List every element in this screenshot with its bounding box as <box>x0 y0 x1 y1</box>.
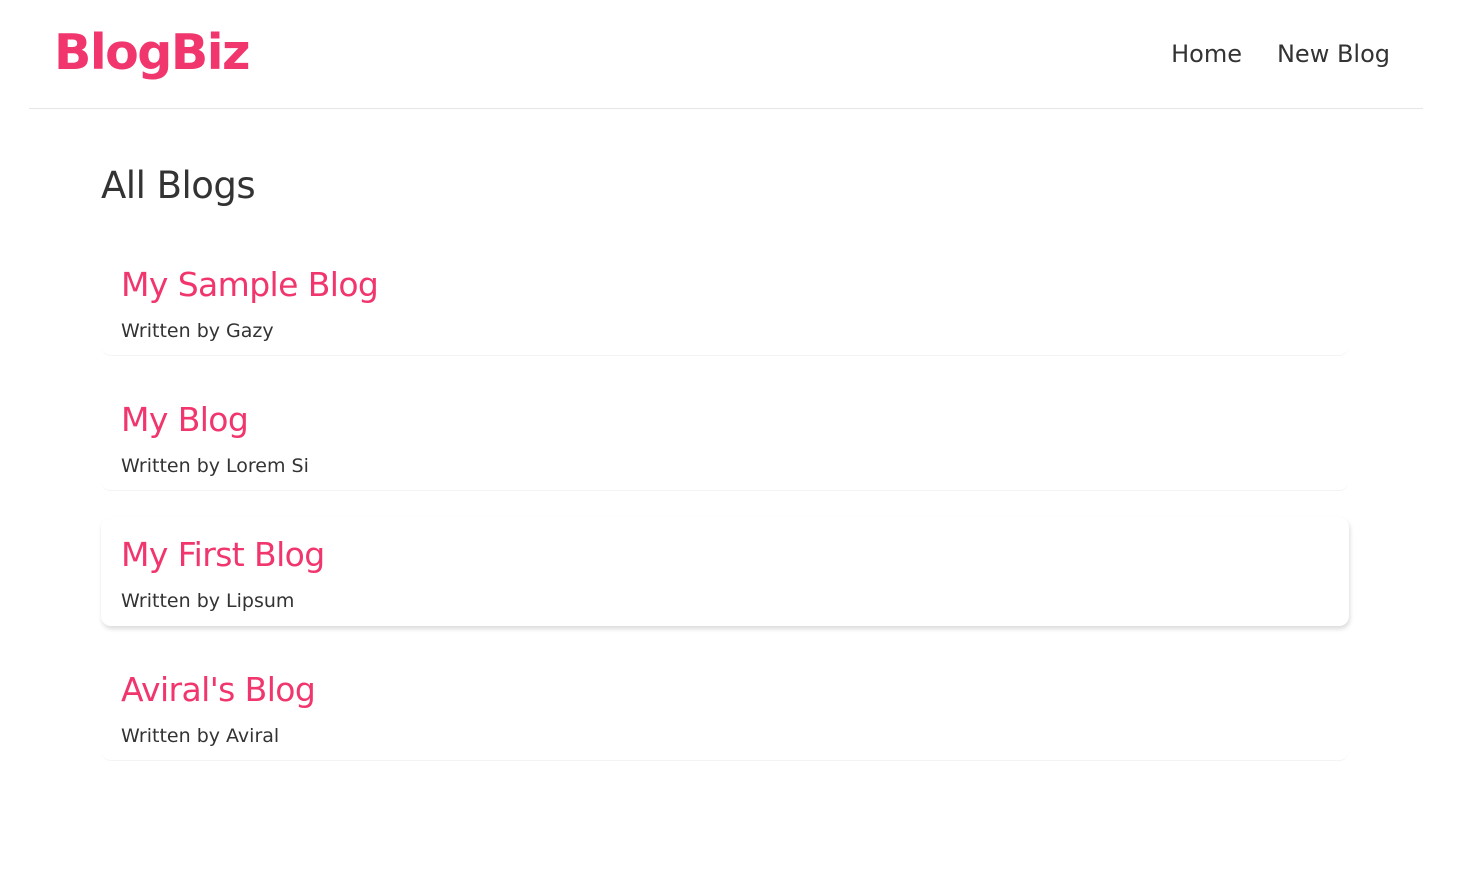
blog-preview[interactable]: My First Blog Written by Lipsum <box>101 517 1349 626</box>
nav-link-new-blog[interactable]: New Blog <box>1277 37 1390 71</box>
blog-author: Written by Gazy <box>121 320 274 342</box>
blog-preview[interactable]: My Sample Blog Written by Gazy <box>101 247 1349 356</box>
blog-title[interactable]: My Sample Blog <box>121 247 1329 306</box>
navbar: BlogBiz Home New Blog <box>29 0 1423 109</box>
blog-preview[interactable]: Aviral's Blog Written by Aviral <box>101 652 1349 761</box>
blog-preview[interactable]: My Blog Written by Lorem Si <box>101 382 1349 491</box>
blog-author: Written by Lipsum <box>121 590 295 612</box>
blog-author: Written by Aviral <box>121 725 280 747</box>
nav-link-home[interactable]: Home <box>1171 37 1242 71</box>
blog-list: My Sample Blog Written by Gazy My Blog W… <box>101 247 1349 761</box>
main-content: All Blogs My Sample Blog Written by Gazy… <box>101 158 1349 787</box>
blog-title[interactable]: My First Blog <box>121 517 1329 576</box>
nav-links: Home New Blog <box>1171 37 1390 71</box>
blog-author: Written by Lorem Si <box>121 455 309 477</box>
blog-title[interactable]: Aviral's Blog <box>121 652 1329 711</box>
blog-title[interactable]: My Blog <box>121 382 1329 441</box>
brand-logo[interactable]: BlogBiz <box>54 22 251 84</box>
page-title: All Blogs <box>101 164 256 207</box>
